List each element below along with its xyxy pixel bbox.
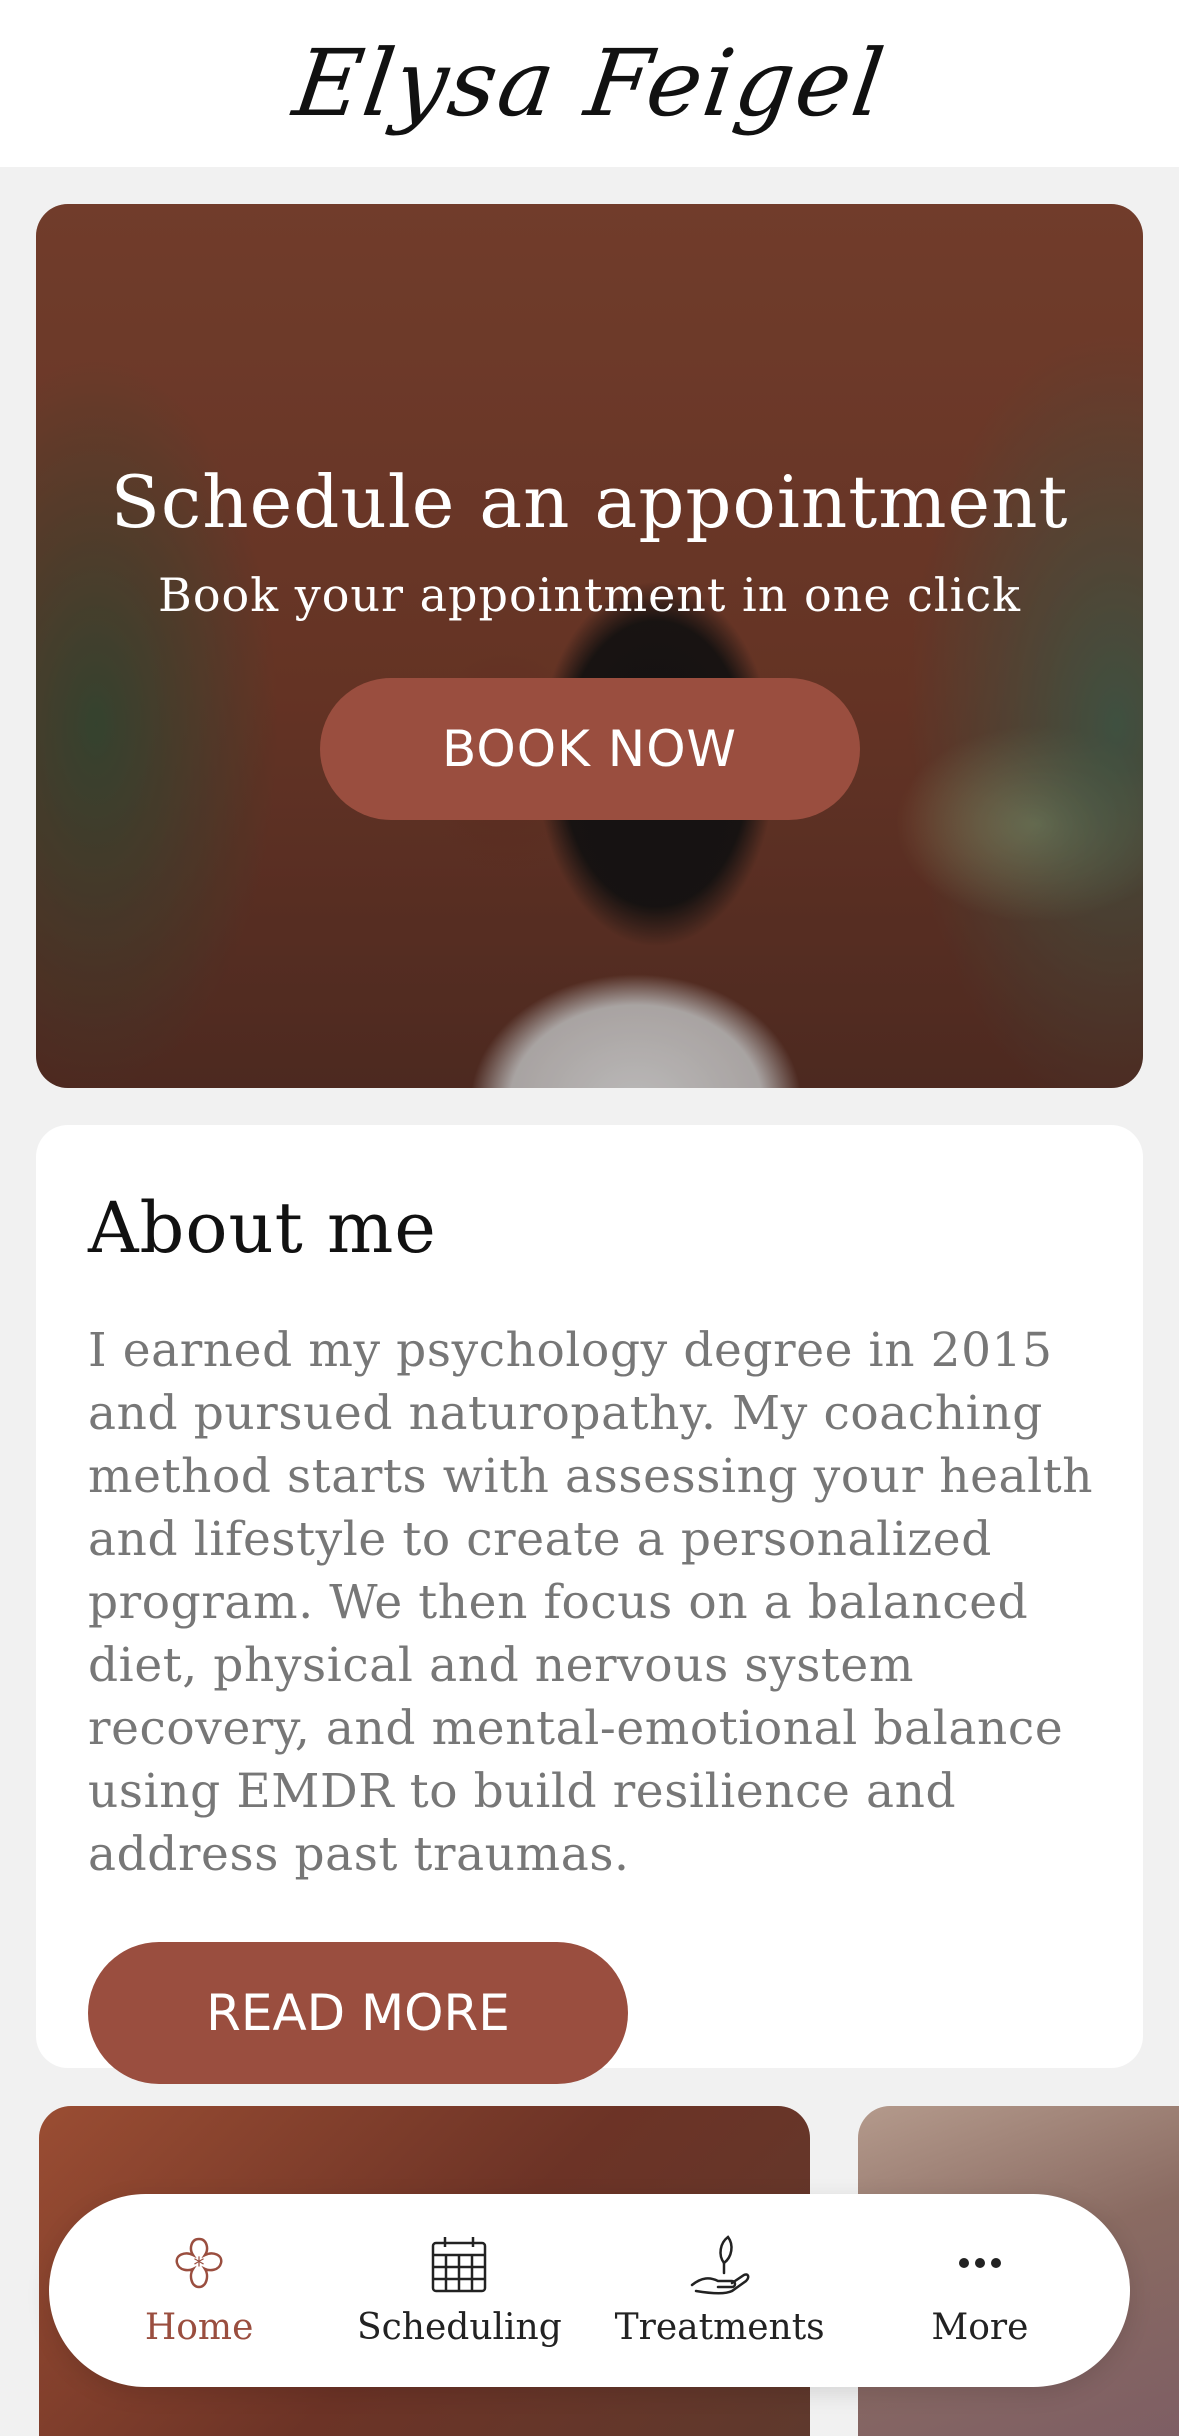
- nav-label-more: More: [931, 2307, 1029, 2348]
- more-dots-icon: [948, 2233, 1012, 2297]
- calendar-icon: [427, 2233, 491, 2297]
- hand-plant-icon: [688, 2233, 752, 2297]
- nav-item-treatments[interactable]: Treatments: [605, 2233, 835, 2348]
- flower-icon: *: [167, 2233, 231, 2297]
- nav-label-home: Home: [144, 2307, 254, 2348]
- book-now-button[interactable]: BOOK NOW: [319, 678, 860, 820]
- hero-content: Schedule an appointment Book your appoin…: [36, 204, 1143, 1088]
- about-title: About me: [88, 1187, 437, 1269]
- svg-text:*: *: [194, 2254, 205, 2279]
- nav-item-more[interactable]: More: [865, 2233, 1095, 2348]
- nav-label-scheduling: Scheduling: [356, 2307, 562, 2348]
- nav-item-scheduling[interactable]: Scheduling: [344, 2233, 574, 2348]
- hero-banner: Schedule an appointment Book your appoin…: [36, 204, 1143, 1088]
- bottom-nav: * Home Scheduling Treatments More: [49, 2194, 1130, 2387]
- about-body: I earned my psychology degree in 2015 an…: [88, 1323, 1094, 1882]
- hero-title: Schedule an appointment: [110, 460, 1069, 544]
- nav-label-treatments: Treatments: [614, 2307, 825, 2348]
- brand-logo[interactable]: Elysa Feigel: [287, 30, 891, 137]
- nav-item-home[interactable]: * Home: [84, 2233, 314, 2348]
- about-card: About me I earned my psychology degree i…: [36, 1125, 1143, 2084]
- hero-subtitle: Book your appointment in one click: [158, 568, 1021, 622]
- top-bar: Elysa Feigel: [0, 0, 1179, 167]
- read-more-button[interactable]: READ MORE: [88, 1942, 628, 2084]
